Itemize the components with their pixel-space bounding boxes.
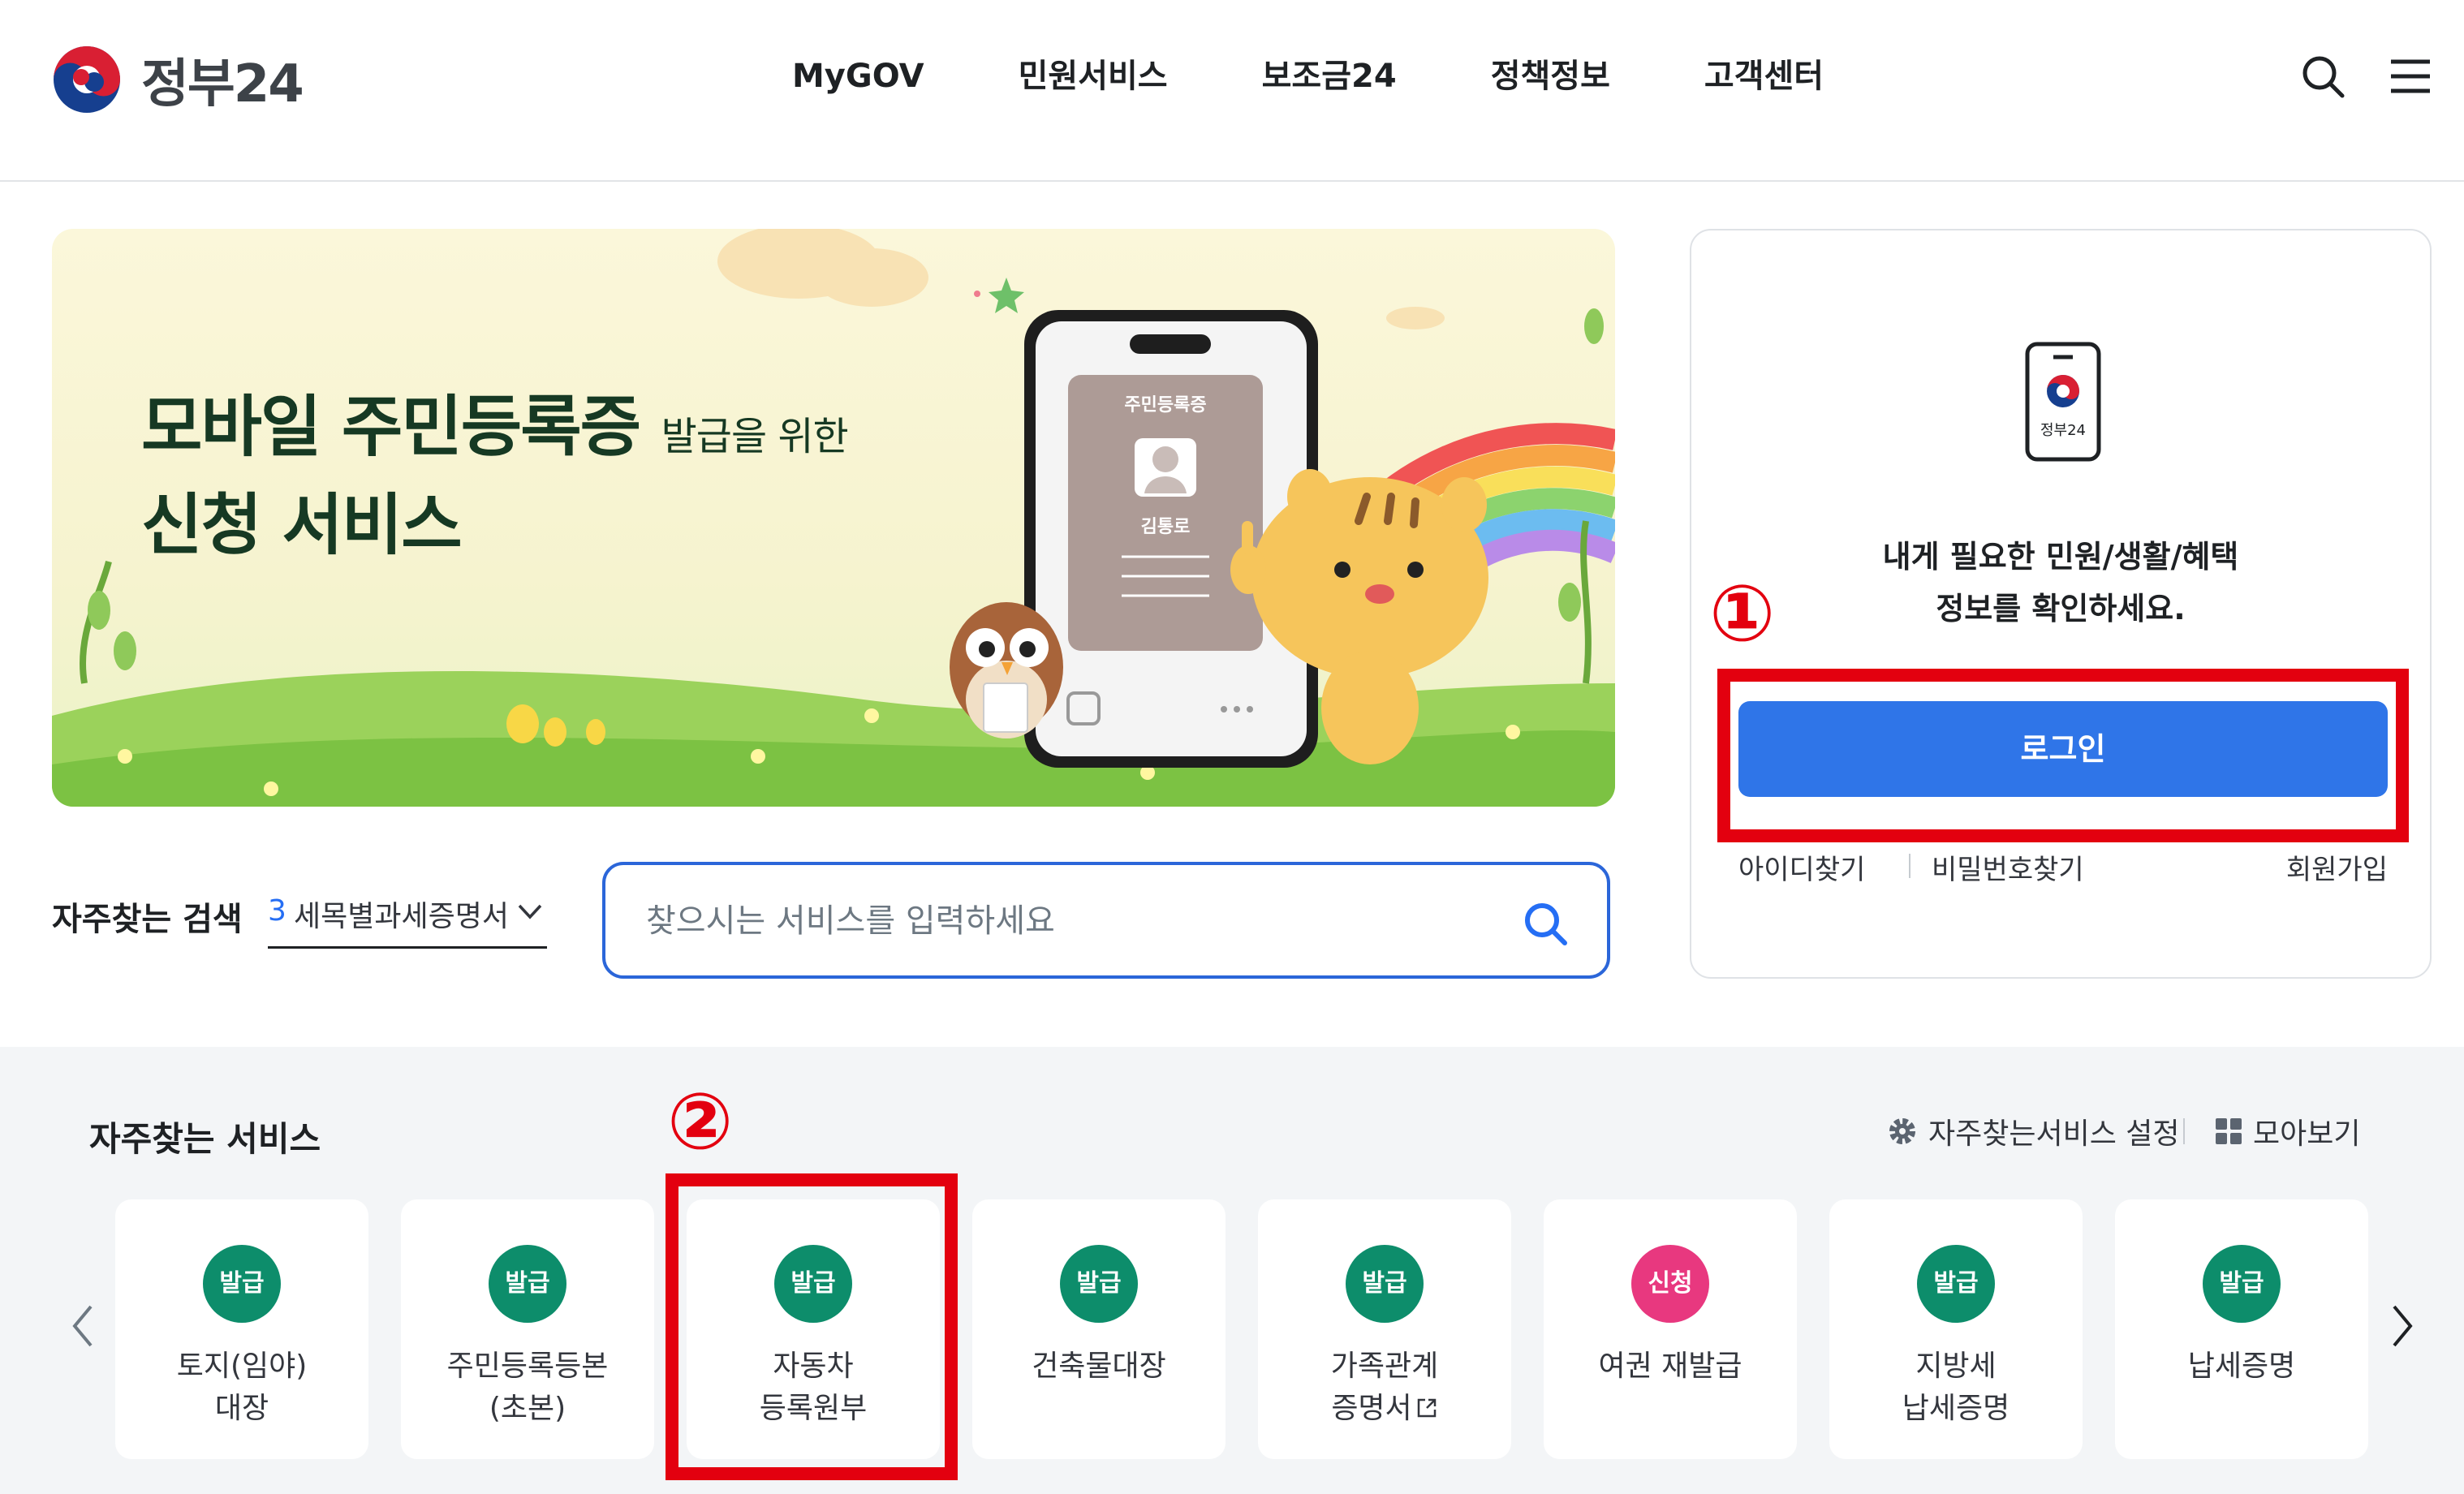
service-card-label: 건축물대장 [1032, 1350, 1166, 1383]
nav-policy-info[interactable]: 정책정보 [1491, 50, 1610, 102]
frequent-search-label: 자주찾는 검색 [52, 901, 243, 938]
annotation-marker-2: ② [667, 1076, 734, 1167]
issue-badge: 발급 [1346, 1245, 1424, 1323]
service-card-label: 여권 재발급 [1598, 1350, 1742, 1383]
service-card-label: 가족관계 증명서 [1258, 1345, 1511, 1430]
search-icon[interactable] [2298, 52, 2347, 101]
issue-badge: 발급 [1060, 1245, 1138, 1323]
frequent-search-underline [268, 946, 547, 949]
frequent-search-term[interactable]: 세목별과세증명서 [294, 893, 509, 935]
apply-badge: 신청 [1631, 1245, 1709, 1323]
service-card-tax-certificate[interactable]: 발급 납세증명 [2115, 1199, 2368, 1459]
services-divider [2183, 1118, 2185, 1144]
frequent-services-title: 자주찾는 서비스 [89, 1119, 321, 1159]
nav-subsidy24[interactable]: 보조금24 [1262, 50, 1397, 102]
service-card-resident-register[interactable]: 발급 주민등록등본 (초본) [401, 1199, 654, 1459]
promo-banner[interactable]: 주민등록증 김통로 모바일 주민등록증 발급을 위한 신청 서비스 [52, 229, 1615, 807]
taegeuk-emblem-icon [54, 46, 120, 113]
issue-badge: 발급 [2203, 1245, 2281, 1323]
banner-title-line1: 모바일 주민등록증 [141, 389, 641, 466]
phone-icon-text: 정부24 [2040, 422, 2086, 439]
service-card-family-certificate[interactable]: 발급 가족관계 증명서 [1258, 1199, 1511, 1459]
service-card-local-tax-certificate[interactable]: 발급 지방세 납세증명 [1829, 1199, 2083, 1459]
issue-badge: 발급 [1917, 1245, 1995, 1323]
menu-icon[interactable] [2386, 52, 2435, 101]
nav-customer-center[interactable]: 고객센터 [1704, 50, 1824, 102]
issue-badge: 발급 [489, 1245, 566, 1323]
grid-icon [2216, 1118, 2242, 1144]
banner-title-line2: 신청 서비스 [141, 487, 463, 564]
search-icon[interactable] [1519, 898, 1571, 949]
service-card-label: 주민등록등본 (초본) [446, 1350, 609, 1425]
service-card-land-register[interactable]: 발급 토지(임야) 대장 [115, 1199, 368, 1459]
annotation-box-login [1717, 669, 2409, 842]
frequent-services-section: 자주찾는 서비스 자주찾는서비스 설정 모아보기 [0, 1047, 2464, 1494]
service-card-label: 납세증명 [2187, 1350, 2296, 1383]
mobile-phone-icon: 정부24 [2025, 342, 2101, 462]
view-all-button[interactable]: 모아보기 [2216, 1110, 2360, 1152]
chevron-right-icon[interactable] [2386, 1302, 2419, 1350]
site-logo[interactable]: 정부24 [52, 42, 304, 117]
id-card-name: 김통로 [1141, 517, 1191, 537]
service-card-passport-reissue[interactable]: 신청 여권 재발급 [1544, 1199, 1797, 1459]
main-nav: MyGOV 민원서비스 보조금24 정책정보 고객센터 [792, 50, 1918, 102]
site-header: 정부24 MyGOV 민원서비스 보조금24 정책정보 고객센터 [0, 0, 2464, 182]
login-message: 내게 필요한 민원/생활/혜택 정보를 확인하세요. [1691, 531, 2430, 635]
login-message-line1: 내게 필요한 민원/생활/혜택 [1882, 539, 2239, 575]
annotation-marker-1: ① [1709, 568, 1776, 659]
view-all-label: 모아보기 [2253, 1117, 2361, 1151]
signup-link[interactable]: 회원가입 [2286, 847, 2388, 887]
frequent-search-rank: 3 [268, 894, 286, 928]
logo-text: 정부24 [141, 54, 304, 114]
chevron-left-icon[interactable] [67, 1302, 99, 1350]
login-card: 정부24 내게 필요한 민원/생활/혜택 정보를 확인하세요. 로그인 아이디찾… [1690, 229, 2432, 979]
find-id-link[interactable]: 아이디찾기 [1738, 847, 1865, 887]
nav-mygov[interactable]: MyGOV [792, 50, 924, 102]
external-link-icon [1417, 1398, 1436, 1418]
search-box [602, 862, 1610, 979]
gear-icon [1889, 1118, 1915, 1144]
issue-badge: 발급 [203, 1245, 281, 1323]
banner-title: 모바일 주민등록증 발급을 위한 신청 서비스 [141, 383, 849, 570]
services-setting-label: 자주찾는서비스 설정 [1928, 1117, 2180, 1151]
id-card-title: 주민등록증 [1124, 395, 1206, 415]
chevron-down-icon[interactable] [516, 899, 544, 924]
service-card-building-register[interactable]: 발급 건축물대장 [972, 1199, 1226, 1459]
login-message-line2: 정보를 확인하세요. [1936, 591, 2186, 626]
service-card-label: 토지(임야) 대장 [176, 1350, 308, 1425]
annotation-box-vehicle [666, 1173, 958, 1480]
service-card-label: 지방세 납세증명 [1902, 1350, 2010, 1425]
link-divider [1909, 854, 1910, 878]
search-input[interactable] [644, 894, 1500, 948]
nav-civil-service[interactable]: 민원서비스 [1019, 50, 1168, 102]
find-password-link[interactable]: 비밀번호찾기 [1932, 847, 2084, 887]
services-setting-button[interactable]: 자주찾는서비스 설정 [1886, 1110, 2180, 1152]
banner-title-line1-small: 발급을 위한 [661, 414, 849, 459]
